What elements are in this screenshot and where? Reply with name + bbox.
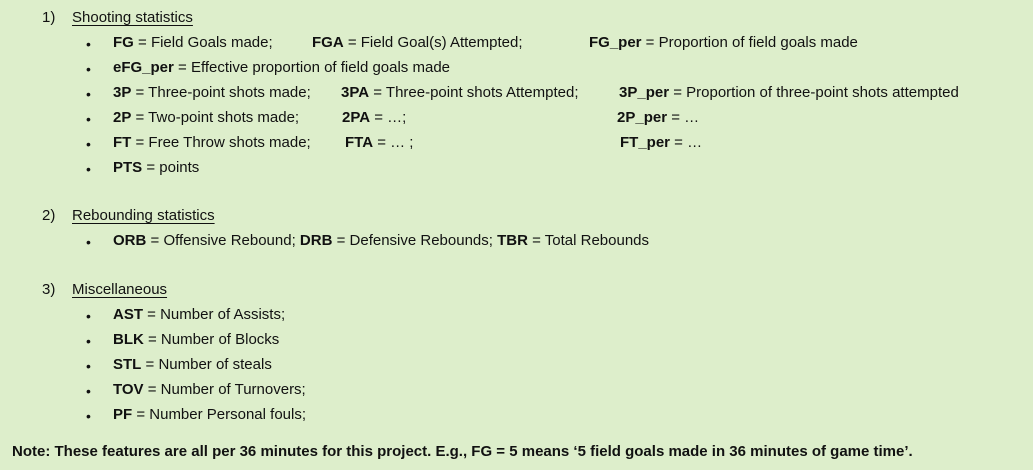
term-def: = Number of steals [141,356,272,373]
term-fga: FGA = Field Goal(s) Attempted; [312,33,523,53]
term-def: = Defensive Rebounds; [332,232,498,249]
bullet: • [86,333,91,349]
term-3p-per: 3P_per = Proportion of three-point shots… [619,83,959,103]
term-def: = Offensive Rebound; [146,232,300,249]
term-def: = Two-point shots made; [131,109,300,126]
term-def: = Three-point shots made; [131,84,311,101]
term-fg-per: FG_per = Proportion of field goals made [589,33,858,53]
term-def: = Number of Assists; [143,306,286,323]
term-abbr: PTS [113,159,143,176]
term-abbr: 2P [113,109,132,126]
term-2p: 2P = Two-point shots made; [113,108,299,128]
term-abbr: FGA [312,34,344,51]
term-def: = Proportion of three-point shots attemp… [669,84,959,101]
section-number: 3) [42,281,56,298]
term-2pa: 2PA = …; [342,108,406,128]
term-abbr: 2P_per [617,109,668,126]
section-title-rebounding: Rebounding statistics [72,207,215,224]
term-def: = Number of Turnovers; [143,381,306,398]
term-abbr: TBR [497,232,528,249]
term-def: = Proportion of field goals made [641,34,858,51]
term-abbr: FT [113,134,132,151]
term-ft-per: FT_per = … [620,133,702,153]
term-def: = …; [370,109,407,126]
bullet: • [86,136,91,152]
term-def: = Three-point shots Attempted; [369,84,579,101]
bullet: • [86,358,91,374]
term-abbr: AST [113,306,143,323]
bullet: • [86,61,91,77]
term-3pa: 3PA = Three-point shots Attempted; [341,83,579,103]
term-def: = points [142,159,200,176]
term-abbr: FTA [345,134,374,151]
section-title-misc: Miscellaneous [72,281,168,298]
term-abbr: eFG_per [113,59,174,76]
term-def: = Effective proportion of field goals ma… [173,59,450,76]
term-pts: PTS = points [113,158,199,178]
section-number: 1) [42,9,56,26]
term-abbr: 3P [113,84,132,101]
term-rebounds: ORB = Offensive Rebound; DRB = Defensive… [113,231,649,251]
bullet: • [86,383,91,399]
term-def: = Field Goal(s) Attempted; [343,34,523,51]
term-def: = Number Personal fouls; [132,406,307,423]
bullet: • [86,234,91,250]
term-tov: TOV = Number of Turnovers; [113,380,306,400]
term-stl: STL = Number of steals [113,355,272,375]
term-def: = Total Rebounds [527,232,649,249]
term-3p: 3P = Three-point shots made; [113,83,311,103]
section-number: 2) [42,207,56,224]
term-abbr: FT_per [620,134,671,151]
term-blk: BLK = Number of Blocks [113,330,279,350]
section-title-shooting: Shooting statistics [72,9,193,26]
term-abbr: 3PA [341,84,370,101]
term-def: = Free Throw shots made; [131,134,311,151]
term-efg-per: eFG_per = Effective proportion of field … [113,58,450,78]
term-ast: AST = Number of Assists; [113,305,285,325]
term-def: = Number of Blocks [143,331,280,348]
term-abbr: DRB [299,232,333,249]
term-abbr: TOV [113,381,144,398]
bullet: • [86,408,91,424]
term-abbr: ORB [113,232,147,249]
term-abbr: STL [113,356,142,373]
term-abbr: BLK [113,331,144,348]
bullet: • [86,308,91,324]
term-pf: PF = Number Personal fouls; [113,405,306,425]
term-2p-per: 2P_per = … [617,108,699,128]
bullet: • [86,161,91,177]
term-abbr: FG [113,34,134,51]
term-abbr: FG_per [589,34,642,51]
term-fg: FG = Field Goals made; [113,33,273,53]
bullet: • [86,86,91,102]
term-def: = … [667,109,700,126]
bullet: • [86,36,91,52]
term-abbr: 2PA [342,109,371,126]
term-def: = Field Goals made; [133,34,273,51]
bullet: • [86,111,91,127]
term-abbr: PF [113,406,133,423]
term-ft: FT = Free Throw shots made; [113,133,311,153]
term-def: = … [670,134,703,151]
term-fta: FTA = … ; [345,133,413,153]
term-abbr: 3P_per [619,84,670,101]
footnote: Note: These features are all per 36 minu… [12,443,913,460]
term-def: = … ; [373,134,414,151]
